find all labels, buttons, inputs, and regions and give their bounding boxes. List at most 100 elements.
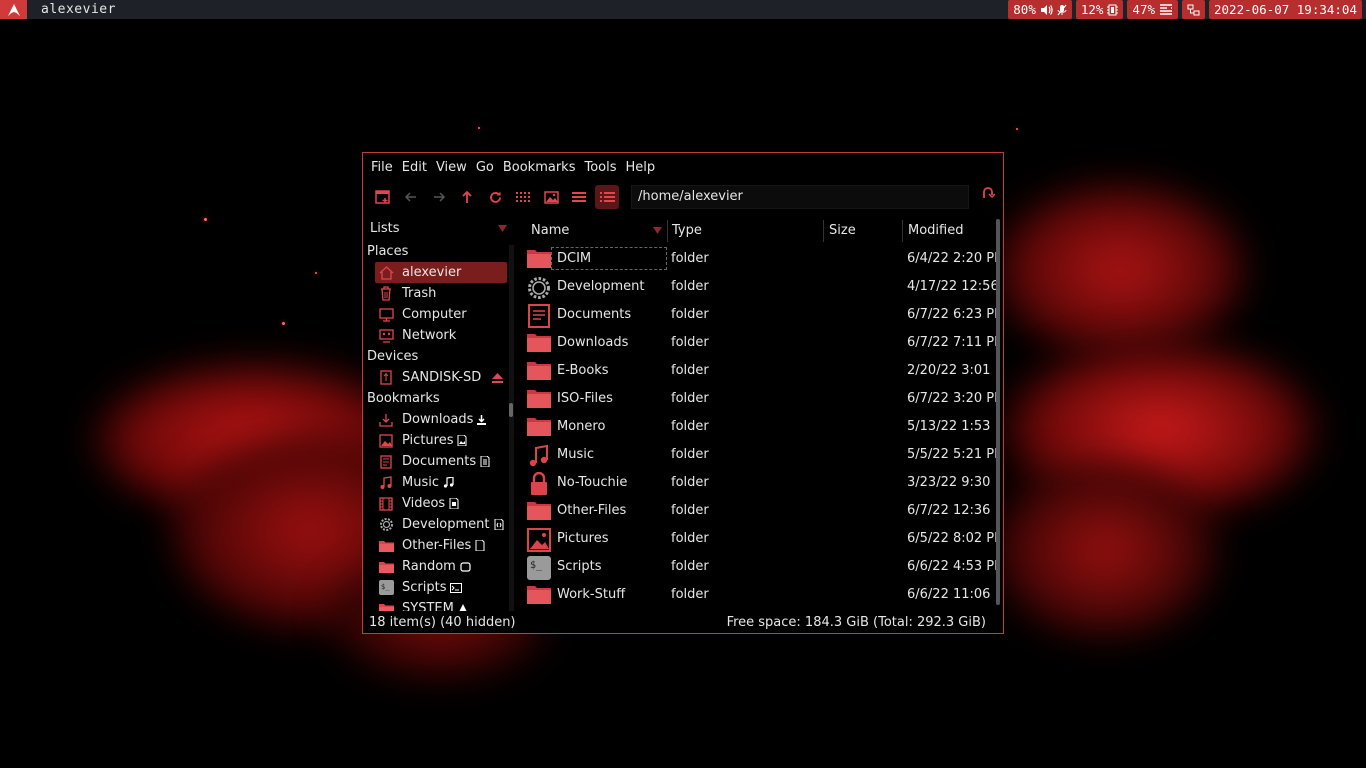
- folder-icon: [527, 360, 551, 382]
- file-name: Documents: [557, 307, 632, 322]
- detailed-list-view-button[interactable]: [595, 185, 619, 209]
- network-icon: [377, 328, 395, 344]
- column-type[interactable]: Type: [672, 223, 702, 238]
- sidebar-item-videos[interactable]: Videos: [365, 493, 507, 514]
- forward-button[interactable]: [427, 185, 451, 209]
- sidebar-item-pictures[interactable]: Pictures: [365, 430, 507, 451]
- menu-tools[interactable]: Tools: [584, 160, 624, 175]
- side-pane-mode-selector[interactable]: Lists: [365, 215, 513, 241]
- sidebar-item-development[interactable]: Development: [365, 514, 507, 535]
- folder-icon: [527, 332, 551, 354]
- music-icon: [377, 475, 395, 491]
- vertical-scrollbar[interactable]: [996, 219, 1000, 609]
- document-icon: [377, 454, 395, 470]
- column-header: Name Type Size Modified: [523, 215, 999, 245]
- memory-indicator[interactable]: 47%: [1127, 0, 1178, 19]
- clock[interactable]: 2022-06-07 19:34:04: [1209, 0, 1362, 19]
- menu-bookmarks[interactable]: Bookmarks: [503, 160, 584, 175]
- sidebar-item-label: Random: [402, 559, 456, 574]
- file-row[interactable]: Work-Stuff folder 6/6/22 11:06: [523, 581, 999, 609]
- file-list-view: Name Type Size Modified DCIM folder 6/4/22…: [523, 215, 999, 611]
- file-row[interactable]: Other-Files folder 6/7/22 12:36: [523, 497, 999, 525]
- menu-file[interactable]: File: [371, 160, 401, 175]
- file-modified: 6/7/22 6:23 PM: [907, 307, 997, 322]
- file-row[interactable]: $_ Scripts folder 6/6/22 4:53 PM: [523, 553, 999, 581]
- datetime-value: 2022-06-07 19:34:04: [1214, 2, 1357, 17]
- sidebar-item-label: SANDISK-SD: [402, 370, 482, 385]
- file-row[interactable]: DCIM folder 6/4/22 2:20 PM: [523, 245, 999, 273]
- menu-go[interactable]: Go: [476, 160, 502, 175]
- eject-icon[interactable]: [492, 372, 503, 387]
- memory-icon: [1160, 4, 1172, 15]
- file-row[interactable]: Development folder 4/17/22 12:56: [523, 273, 999, 301]
- path-history-button[interactable]: [981, 186, 996, 204]
- file-modified: 5/5/22 5:21 PM: [907, 447, 997, 462]
- network-indicator[interactable]: [1182, 0, 1205, 19]
- arch-logo-icon[interactable]: [0, 0, 27, 19]
- up-button[interactable]: [455, 185, 479, 209]
- file-row[interactable]: No-Touchie folder 3/23/22 9:30: [523, 469, 999, 497]
- volume-indicator[interactable]: 80%: [1008, 0, 1072, 19]
- network-wired-icon: [1187, 4, 1200, 15]
- column-modified[interactable]: Modified: [908, 223, 963, 238]
- sidebar-item-other-files[interactable]: Other-Files: [365, 535, 507, 556]
- music-icon: [527, 444, 551, 467]
- devices-section-title: Devices: [367, 349, 419, 364]
- file-row[interactable]: ISO-Files folder 6/7/22 3:20 PM: [523, 385, 999, 413]
- side-pane-scroll-thumb[interactable]: [509, 403, 513, 417]
- up-icon: [462, 190, 472, 203]
- folder-icon: [527, 500, 551, 522]
- sidebar-item-computer[interactable]: Computer: [365, 304, 507, 325]
- file-type: folder: [671, 335, 709, 350]
- sidebar-item-label: Trash: [402, 286, 437, 301]
- sidebar-item-sandisk-sd[interactable]: SANDISK-SD: [365, 367, 507, 388]
- folder-icon: [527, 416, 551, 438]
- file-row[interactable]: Music folder 5/5/22 5:21 PM: [523, 441, 999, 469]
- file-row[interactable]: E-Books folder 2/20/22 3:01: [523, 357, 999, 385]
- sidebar-item-home[interactable]: alexevier: [375, 262, 507, 283]
- reload-button[interactable]: [483, 185, 507, 209]
- sidebar-item-scripts[interactable]: $_ Scripts: [365, 577, 507, 598]
- sidebar-item-documents[interactable]: Documents: [365, 451, 507, 472]
- column-size[interactable]: Size: [829, 223, 856, 238]
- cpu-icon: [1107, 4, 1119, 15]
- sidebar-item-trash[interactable]: Trash: [365, 283, 507, 304]
- status-tray: 80% 12% 47% 2022-06-07 19:34:04: [1008, 0, 1362, 19]
- file-name: DCIM: [557, 251, 592, 266]
- warning-emblem-icon: [458, 603, 468, 611]
- new-tab-button[interactable]: [371, 185, 395, 209]
- vertical-scroll-thumb[interactable]: [996, 219, 1000, 605]
- file-row[interactable]: Pictures folder 6/5/22 8:02 PM: [523, 525, 999, 553]
- sidebar-item-music[interactable]: Music: [365, 472, 507, 493]
- icon-view-button[interactable]: [511, 185, 535, 209]
- file-name: Development: [557, 279, 645, 294]
- compact-view-button[interactable]: [567, 185, 591, 209]
- sidebar-item-system[interactable]: SYSTEM: [365, 598, 507, 611]
- volume-value: 80%: [1013, 2, 1036, 17]
- sidebar-item-downloads[interactable]: Downloads: [365, 409, 507, 430]
- file-row[interactable]: Downloads folder 6/7/22 7:11 PM: [523, 329, 999, 357]
- thumbnail-view-button[interactable]: [539, 185, 563, 209]
- sidebar-item-network[interactable]: Network: [365, 325, 507, 346]
- sidebar-item-label: Scripts: [402, 580, 447, 595]
- sidebar-item-random[interactable]: Random: [365, 556, 507, 577]
- file-row[interactable]: Monero folder 5/13/22 1:53: [523, 413, 999, 441]
- file-row[interactable]: Documents folder 6/7/22 6:23 PM: [523, 301, 999, 329]
- column-name[interactable]: Name: [531, 223, 569, 238]
- menu-edit[interactable]: Edit: [402, 160, 435, 175]
- back-button[interactable]: [399, 185, 423, 209]
- sidebar-item-label: SYSTEM: [402, 601, 454, 611]
- folder-icon: [377, 559, 395, 575]
- home-icon: [377, 265, 395, 281]
- menu-help[interactable]: Help: [626, 160, 664, 175]
- file-type: folder: [671, 475, 709, 490]
- folder-icon: [527, 388, 551, 410]
- location-bar[interactable]: /home/alexevier: [631, 185, 969, 209]
- side-pane-mode-label: Lists: [370, 220, 400, 236]
- menu-view[interactable]: View: [436, 160, 475, 175]
- sidebar-item-label: Other-Files: [402, 538, 472, 553]
- side-pane-scrollbar[interactable]: [509, 245, 514, 611]
- svg-text:$_: $_: [530, 560, 543, 571]
- cpu-indicator[interactable]: 12%: [1075, 0, 1124, 19]
- file-modified: 4/17/22 12:56: [907, 279, 997, 294]
